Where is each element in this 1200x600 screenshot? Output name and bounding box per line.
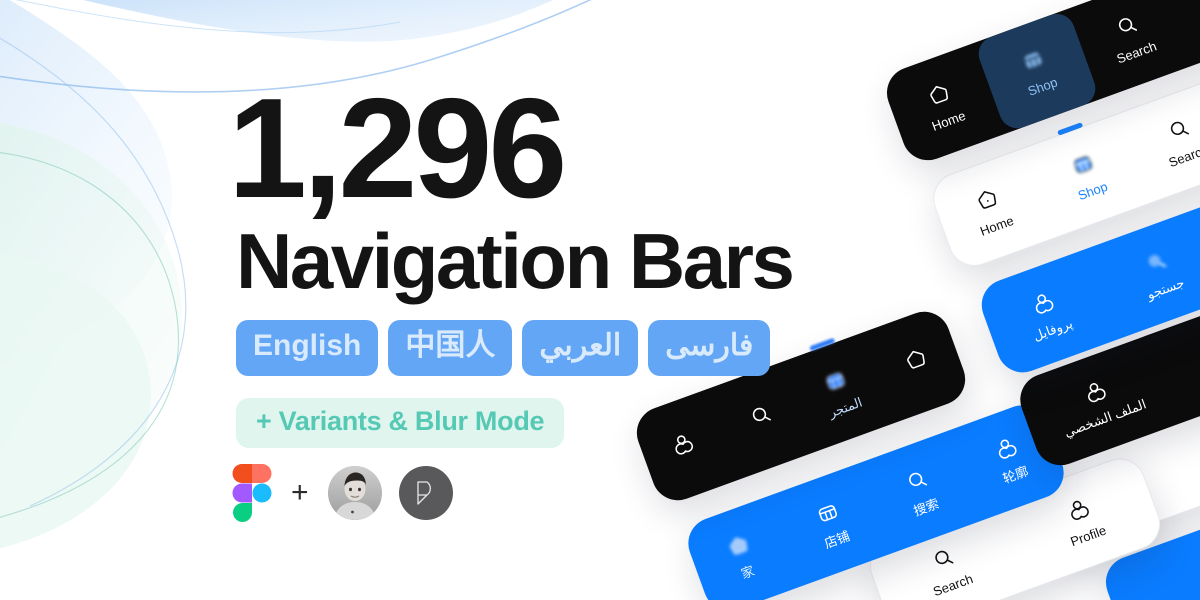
tab-label: Home (929, 107, 968, 134)
language-chip-english[interactable]: English (236, 320, 379, 376)
shop-icon (1069, 150, 1099, 183)
profile-icon (1064, 495, 1094, 528)
search-icon (1113, 12, 1143, 45)
tab-label: 搜索 (911, 495, 942, 519)
profile-icon (992, 434, 1022, 467)
search-icon (1165, 115, 1195, 148)
page-title: Navigation Bars (236, 217, 795, 305)
tab-label: Home (978, 212, 1016, 239)
search-icon (902, 466, 932, 499)
profile-icon (1029, 289, 1059, 322)
chip-label: 中国人 (405, 329, 496, 363)
tab-label: Shop (1025, 74, 1060, 99)
home-icon (973, 185, 1003, 218)
tab-label: Search (1166, 141, 1200, 171)
logo-row: + (232, 464, 453, 522)
active-indicator (809, 337, 836, 352)
plus-separator: + (291, 476, 309, 509)
tab-label: Shop (1075, 178, 1110, 204)
language-chip-farsi[interactable]: فارسی (648, 320, 771, 376)
home-icon (1195, 549, 1200, 582)
tab-label: 轮廓 (1000, 463, 1031, 487)
chip-label: العربي (539, 329, 622, 363)
tab-label: 店铺 (822, 528, 852, 552)
hero-content: 1,296 Navigation Bars English 中国人 العربي… (0, 0, 795, 600)
variants-badge: + Variants & Blur Mode (236, 398, 565, 448)
search-icon (746, 401, 776, 434)
author-avatar (327, 466, 382, 520)
headline-number: 1,296 (228, 69, 567, 228)
language-chip-arabic[interactable]: العربي (522, 320, 639, 376)
shop-icon (1019, 46, 1049, 79)
language-chip-chinese[interactable]: 中国人 (388, 320, 513, 376)
home-icon (724, 531, 754, 564)
chip-label: فارسی (665, 329, 754, 363)
figma-logo (232, 464, 272, 522)
poster-canvas: Home Shop Search Home Shop Search جستجو … (0, 0, 1200, 600)
home-icon (901, 344, 931, 377)
tab-label: المتجر (826, 394, 865, 421)
chip-label: English (253, 329, 362, 363)
variants-badge-label: + Variants & Blur Mode (256, 406, 545, 436)
search-icon (1142, 248, 1172, 281)
shop-icon (813, 499, 843, 532)
profile-icon (1081, 377, 1111, 410)
tab-label: 家 (739, 562, 757, 582)
studio-logo (398, 466, 453, 520)
shop-icon (822, 367, 852, 400)
language-chip-row: English 中国人 العربي فارسی (236, 320, 771, 376)
search-icon (929, 544, 959, 577)
active-indicator (1057, 122, 1084, 136)
home-icon (925, 80, 955, 113)
